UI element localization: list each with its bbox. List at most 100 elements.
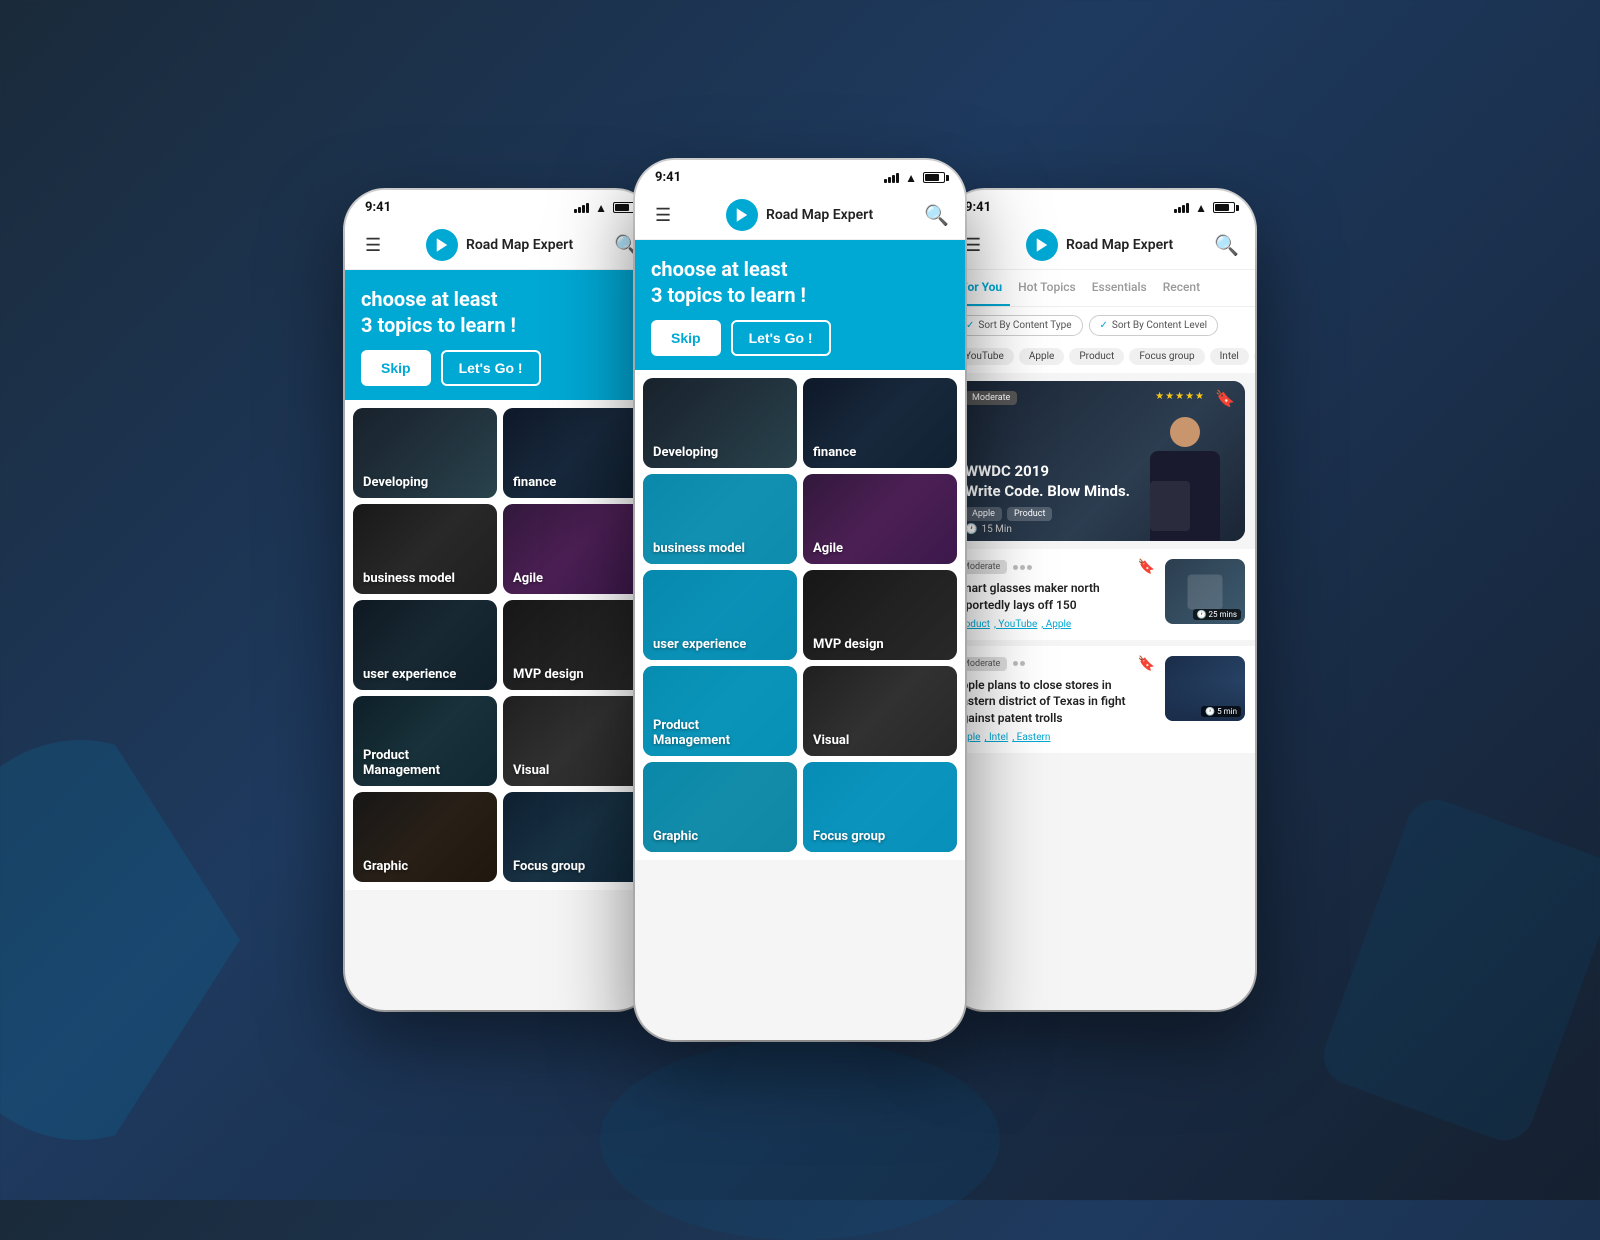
topic-label-ux-2: user experience	[643, 629, 797, 660]
filter-level-label: Sort By Content Level	[1112, 320, 1207, 331]
tag-apple[interactable]: Apple	[1019, 348, 1065, 365]
topic-card-graphic-2[interactable]: Graphic	[643, 762, 797, 852]
skip-button-1[interactable]: Skip	[361, 350, 431, 386]
topic-card-visual-1[interactable]: Visual	[503, 696, 647, 786]
topic-label-finance-2: finance	[803, 437, 957, 468]
signal-icon-1	[574, 203, 589, 213]
logo-icon-1	[426, 229, 458, 261]
thumb-time-1: 🕐 25 mins	[1193, 609, 1241, 620]
search-button-3[interactable]: 🔍	[1214, 233, 1239, 257]
article-tags-2: Apple , Intel , Eastern	[955, 732, 1155, 743]
skip-button-2[interactable]: Skip	[651, 320, 721, 356]
featured-bookmark[interactable]: 🔖	[1215, 389, 1235, 408]
check-icon-level: ✓	[1100, 320, 1108, 331]
topic-card-mvp-1[interactable]: MVP design	[503, 600, 647, 690]
clock-icon-featured: 🕐	[965, 524, 977, 535]
wifi-icon-3: ▲	[1195, 201, 1207, 215]
hamburger-menu-2[interactable]: ☰	[651, 201, 675, 230]
topic-card-ux-2[interactable]: user experience	[643, 570, 797, 660]
topic-card-agile-1[interactable]: Agile	[503, 504, 647, 594]
letsgo-button-1[interactable]: Let's Go !	[441, 350, 541, 386]
article-left-1: Moderate 🔖 smart glasses maker north rep…	[955, 559, 1155, 630]
filter-content-type[interactable]: ✓ Sort By Content Type	[955, 315, 1083, 336]
tab-essentials[interactable]: Essentials	[1084, 270, 1155, 306]
topic-label-graphic-1: Graphic	[353, 851, 497, 882]
banner-buttons-2: Skip Let's Go !	[651, 320, 949, 356]
topic-card-mvp-2[interactable]: MVP design	[803, 570, 957, 660]
play-icon-2	[733, 206, 751, 224]
topic-label-visual-1: Visual	[503, 755, 647, 786]
featured-stars: ★★★★★	[1155, 391, 1205, 402]
hamburger-menu-1[interactable]: ☰	[361, 231, 385, 260]
status-time-3: 9:41	[965, 200, 991, 215]
article-item-2[interactable]: Moderate 🔖 apple plans to close stores i…	[945, 646, 1255, 753]
choose-title-1: choose at least 3 topics to learn !	[361, 286, 639, 338]
tags-row-3: YouTube Apple Product Focus group Intel …	[945, 344, 1255, 373]
tabs-bar-3: For You Hot Topics Essentials Recent	[945, 270, 1255, 307]
topic-label-finance-1: finance	[503, 467, 647, 498]
tab-hot-topics[interactable]: Hot Topics	[1010, 270, 1084, 306]
status-bar-2: 9:41 ▲	[635, 160, 965, 191]
topic-card-graphic-1[interactable]: Graphic	[353, 792, 497, 882]
article-tag-youtube[interactable]: , YouTube	[994, 619, 1037, 630]
topic-card-focus-1[interactable]: Focus group	[503, 792, 647, 882]
featured-time-row: 🕐 15 Min	[965, 524, 1012, 535]
signal-icon-2	[884, 173, 899, 183]
topic-card-agile-2[interactable]: Agile	[803, 474, 957, 564]
article-tag-intel[interactable]: , Intel	[985, 732, 1009, 743]
phone-2: 9:41 ▲ ☰ Road Map Expert 🔍	[635, 160, 965, 1040]
person-head	[1170, 417, 1200, 447]
letsgo-button-2[interactable]: Let's Go !	[731, 320, 831, 356]
featured-tag-apple: Apple	[965, 507, 1002, 521]
filter-content-level[interactable]: ✓ Sort By Content Level	[1089, 315, 1219, 336]
topic-label-focus-1: Focus group	[503, 851, 647, 882]
topic-label-mvp-2: MVP design	[803, 629, 957, 660]
topic-card-visual-2[interactable]: Visual	[803, 666, 957, 756]
choose-title-2: choose at least 3 topics to learn !	[651, 256, 949, 308]
tag-intel[interactable]: Intel	[1210, 348, 1249, 365]
article-item-1[interactable]: Moderate 🔖 smart glasses maker north rep…	[945, 549, 1255, 640]
status-icons-3: ▲	[1174, 201, 1235, 215]
article-bookmark-2[interactable]: 🔖	[1138, 656, 1155, 672]
tag-focus-g[interactable]: Focus g	[1254, 348, 1255, 365]
status-time-1: 9:41	[365, 200, 391, 215]
article-bookmark-1[interactable]: 🔖	[1138, 559, 1155, 575]
article-tag-apple-1[interactable]: , Apple	[1041, 619, 1071, 630]
topic-card-business-1[interactable]: business model	[353, 504, 497, 594]
topic-card-focus-2[interactable]: Focus group	[803, 762, 957, 852]
topic-label-visual-2: Visual	[803, 725, 957, 756]
logo-text-3: Road Map Expert	[1066, 237, 1173, 253]
tab-recent[interactable]: Recent	[1155, 270, 1208, 306]
presentation-hint	[1150, 481, 1190, 531]
battery-icon-1	[613, 202, 635, 213]
wifi-icon-2: ▲	[905, 171, 917, 185]
topic-card-business-2[interactable]: business model	[643, 474, 797, 564]
topic-card-finance-2[interactable]: finance	[803, 378, 957, 468]
topic-label-mvp-1: MVP design	[503, 659, 647, 690]
clock-icon-1: 🕐	[1197, 610, 1207, 619]
status-bar-1: 9:41 ▲	[345, 190, 655, 221]
tag-product[interactable]: Product	[1069, 348, 1124, 365]
article-thumb-1: 🕐 25 mins	[1165, 559, 1245, 624]
topic-label-business-1: business model	[353, 563, 497, 594]
logo-icon-3	[1026, 229, 1058, 261]
featured-card[interactable]: Moderate ★★★★★ 🔖 WWDC 2019 Write Code. B…	[955, 381, 1245, 541]
search-button-2[interactable]: 🔍	[924, 203, 949, 227]
topic-card-developing-2[interactable]: Developing	[643, 378, 797, 468]
topic-card-finance-1[interactable]: finance	[503, 408, 647, 498]
topic-card-product-2[interactable]: ProductManagement	[643, 666, 797, 756]
article-title-2: apple plans to close stores in eastern d…	[955, 677, 1155, 727]
article-left-2: Moderate 🔖 apple plans to close stores i…	[955, 656, 1155, 743]
app-header-2: ☰ Road Map Expert 🔍	[635, 191, 965, 240]
topic-card-developing-1[interactable]: Developing	[353, 408, 497, 498]
logo-area-3: Road Map Expert	[1026, 229, 1173, 261]
bg-decoration-bottom	[600, 1040, 1000, 1240]
article-tag-eastern[interactable]: , Eastern	[1012, 732, 1050, 743]
topic-card-product-1[interactable]: ProductManagement	[353, 696, 497, 786]
logo-area-1: Road Map Expert	[426, 229, 573, 261]
tag-focus-group[interactable]: Focus group	[1129, 348, 1204, 365]
app-header-1: ☰ Road Map Expert 🔍	[345, 221, 655, 270]
article-badge-row-2: Moderate 🔖	[955, 656, 1155, 672]
topic-card-ux-1[interactable]: user experience	[353, 600, 497, 690]
status-icons-1: ▲	[574, 201, 635, 215]
